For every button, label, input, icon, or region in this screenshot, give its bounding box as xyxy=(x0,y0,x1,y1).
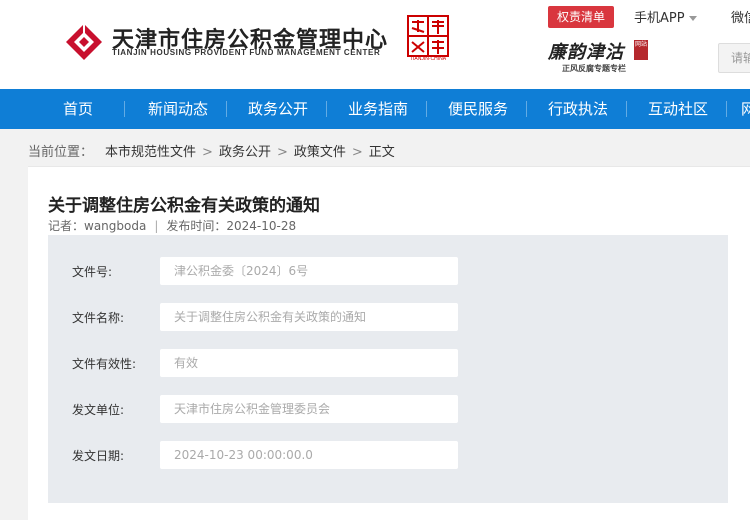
nav-item-business-guide[interactable]: 业务指南 xyxy=(340,89,416,129)
article-card: 关于调整住房公积金有关政策的通知 记者：wangboda | 发布时间：2024-1… xyxy=(28,166,750,520)
nav-item-law-enforcement[interactable]: 行政执法 xyxy=(540,89,616,129)
tianjin-china-caption: TIANJIN·CHINA xyxy=(409,56,447,62)
breadcrumb-separator: > xyxy=(202,145,213,160)
breadcrumb-separator: > xyxy=(276,145,288,160)
info-row-issuer: 发文单位: 天津市住房公积金管理委员会 xyxy=(48,395,728,423)
info-row-doc-number: 文件号: 津公积金委〔2024〕6号 xyxy=(48,257,728,285)
issue-date-field: 2024-10-23 00:00:00.0 xyxy=(160,441,458,469)
site-title-en: TIANJIN HOUSING PROVIDENT FUND MANAGEMEN… xyxy=(112,48,381,57)
info-row-issue-date: 发文日期: 2024-10-23 00:00:00.0 xyxy=(48,441,728,469)
info-label: 发文单位: xyxy=(72,403,125,417)
nav-divider xyxy=(526,101,527,117)
info-label: 文件有效性: xyxy=(72,357,137,371)
hpf-logo-icon[interactable] xyxy=(64,22,104,62)
breadcrumb-item[interactable]: 政务公开 xyxy=(219,145,271,160)
validity-field: 有效 xyxy=(160,349,458,377)
nav-divider xyxy=(124,101,125,117)
nav-item-services[interactable]: 便民服务 xyxy=(440,89,516,129)
nav-divider xyxy=(426,101,427,117)
nav-item-more[interactable]: 网 xyxy=(741,89,750,129)
nav-divider xyxy=(726,101,727,117)
article-title: 关于调整住房公积金有关政策的通知 xyxy=(48,196,320,216)
nav-item-community[interactable]: 互动社区 xyxy=(640,89,716,129)
search-input[interactable]: 请输 xyxy=(718,43,750,73)
mobile-app-label: 手机APP xyxy=(634,11,685,26)
info-row-doc-name: 文件名称: 关于调整住房公积金有关政策的通知 xyxy=(48,303,728,331)
chevron-down-icon xyxy=(688,16,697,21)
article-date: 发布时间：2024-10-28 xyxy=(166,219,297,233)
document-info-panel: 文件号: 津公积金委〔2024〕6号 文件名称: 关于调整住房公积金有关政策的通… xyxy=(48,235,728,503)
article-meta: 记者：wangboda | 发布时间：2024-10-28 xyxy=(48,217,296,234)
lianyun-jingu-banner[interactable]: 廉韵津沽 网站 正风反腐专题专栏 xyxy=(548,36,652,78)
main-nav: 首页 新闻动态 政务公开 业务指南 便民服务 行政执法 互动社区 网 xyxy=(0,89,750,129)
lianyun-title: 廉韵津沽 xyxy=(548,42,624,63)
breadcrumb: 当前位置： 本市规范性文件 > 政务公开 > 政策文件 > 正文 xyxy=(28,141,395,160)
issuer-field: 天津市住房公积金管理委员会 xyxy=(160,395,458,423)
power-list-button[interactable]: 权责清单 xyxy=(548,6,614,28)
breadcrumb-separator: > xyxy=(351,145,363,160)
breadcrumb-prefix: 当前位置： xyxy=(28,145,94,160)
nav-item-gov-affairs[interactable]: 政务公开 xyxy=(240,89,316,129)
lianyun-subtitle: 正风反腐专题专栏 xyxy=(562,63,626,73)
nav-item-news[interactable]: 新闻动态 xyxy=(140,89,216,129)
info-row-validity: 文件有效性: 有效 xyxy=(48,349,728,377)
nav-divider xyxy=(226,101,227,117)
breadcrumb-item[interactable]: 政策文件 xyxy=(294,145,346,160)
info-label: 文件名称: xyxy=(72,311,125,325)
meta-divider: | xyxy=(154,219,159,233)
info-label: 文件号: xyxy=(72,265,113,279)
doc-name-field: 关于调整住房公积金有关政策的通知 xyxy=(160,303,458,331)
weixin-link[interactable]: 微信 xyxy=(731,7,750,26)
mobile-app-link[interactable]: 手机APP xyxy=(634,7,697,26)
breadcrumb-current: 正文 xyxy=(368,145,395,160)
nav-item-home[interactable]: 首页 xyxy=(54,89,102,129)
nav-divider xyxy=(326,101,327,117)
lianyun-badge: 网站 xyxy=(634,40,648,60)
site-header: 天津市住房公积金管理中心 TIANJIN HOUSING PROVIDENT F… xyxy=(0,0,750,89)
breadcrumb-item[interactable]: 本市规范性文件 xyxy=(105,145,196,160)
nav-divider xyxy=(626,101,627,117)
doc-number-field: 津公积金委〔2024〕6号 xyxy=(160,257,458,285)
info-label: 发文日期: xyxy=(72,449,125,463)
article-author: 记者：wangboda xyxy=(48,219,147,233)
